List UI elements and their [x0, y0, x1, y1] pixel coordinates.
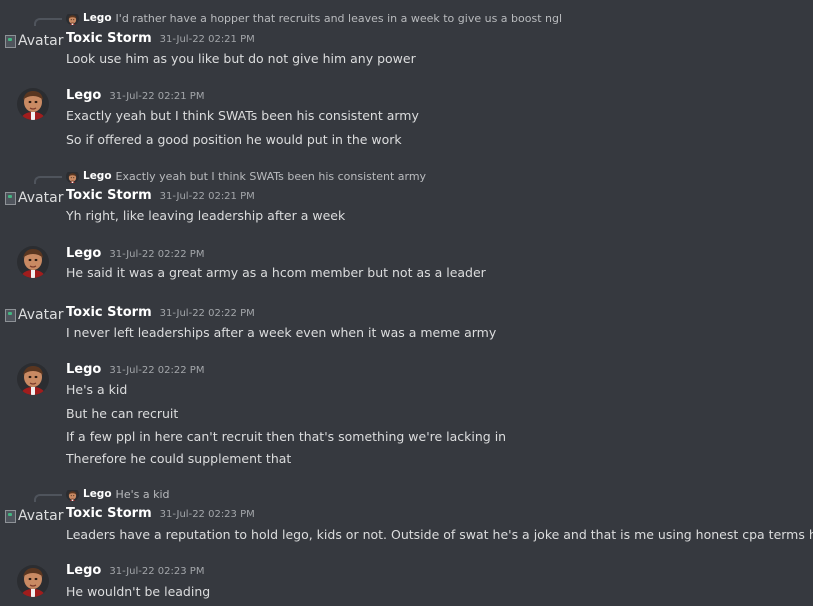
avatar[interactable]: Avatar — [5, 31, 63, 51]
reply-preview[interactable]: Lego He's a kid — [34, 486, 169, 502]
message-author[interactable]: Lego — [66, 362, 101, 377]
message-text: If a few ppl in here can't recruit then … — [66, 429, 507, 444]
lego-avatar-icon — [66, 488, 79, 501]
message-author[interactable]: Toxic Storm — [66, 305, 152, 320]
reply-spine — [34, 494, 62, 502]
message-timestamp: 31-Jul-22 02:21 PM — [159, 191, 255, 202]
reply-author[interactable]: Lego — [83, 488, 112, 500]
message-text: Look use him as you like but do not give… — [66, 51, 416, 66]
message-text: Exactly yeah but I think SWATs been his … — [66, 108, 419, 123]
avatar-alt-text: Avatar — [18, 190, 64, 206]
broken-image-icon — [5, 308, 16, 322]
avatar-alt-text: Avatar — [18, 307, 64, 323]
chat-log: Lego I'd rather have a hopper that recru… — [0, 0, 813, 606]
avatar[interactable]: Avatar — [5, 188, 63, 208]
message-author[interactable]: Lego — [66, 563, 101, 578]
broken-image-icon — [5, 34, 16, 48]
lego-avatar-icon — [17, 363, 49, 395]
message-timestamp: 31-Jul-22 02:23 PM — [159, 509, 255, 520]
lego-avatar-icon — [17, 246, 49, 278]
message-timestamp: 31-Jul-22 02:22 PM — [159, 308, 255, 319]
avatar[interactable] — [17, 565, 49, 597]
message-text: He said it was a great army as a hcom me… — [66, 265, 486, 280]
reply-text: Exactly yeah but I think SWATs been his … — [115, 169, 427, 183]
reply-spine — [34, 176, 62, 184]
avatar[interactable] — [17, 246, 49, 278]
message-text: I never left leaderships after a week ev… — [66, 325, 497, 340]
avatar-alt-text: Avatar — [18, 508, 64, 524]
message-timestamp: 31-Jul-22 02:23 PM — [109, 566, 205, 577]
message-author[interactable]: Toxic Storm — [66, 188, 152, 203]
lego-avatar-icon — [66, 12, 79, 25]
avatar-alt-text: Avatar — [18, 33, 64, 49]
lego-avatar-icon — [17, 565, 49, 597]
avatar[interactable] — [17, 88, 49, 120]
lego-avatar-icon — [66, 170, 79, 183]
broken-image-icon — [5, 191, 16, 205]
avatar[interactable]: Avatar — [5, 305, 63, 325]
lego-avatar-icon — [17, 88, 49, 120]
message-text: So if offered a good position he would p… — [66, 132, 402, 147]
message-text: Therefore he could supplement that — [66, 451, 292, 466]
reply-author[interactable]: Lego — [83, 12, 112, 24]
message-text: But he can recruit — [66, 406, 179, 421]
reply-preview[interactable]: Lego I'd rather have a hopper that recru… — [34, 10, 562, 26]
message-author[interactable]: Toxic Storm — [66, 31, 152, 46]
message-timestamp: 31-Jul-22 02:22 PM — [109, 249, 205, 260]
message-timestamp: 31-Jul-22 02:21 PM — [109, 91, 205, 102]
message-timestamp: 31-Jul-22 02:21 PM — [159, 34, 255, 45]
message-author[interactable]: Lego — [66, 88, 101, 103]
avatar[interactable]: Avatar — [5, 506, 63, 526]
message-author[interactable]: Toxic Storm — [66, 506, 152, 521]
message-timestamp: 31-Jul-22 02:22 PM — [109, 365, 205, 376]
reply-preview[interactable]: Lego Exactly yeah but I think SWATs been… — [34, 168, 426, 184]
message-text: Yh right, like leaving leadership after … — [66, 208, 346, 223]
message-author[interactable]: Lego — [66, 246, 101, 261]
reply-text: He's a kid — [115, 487, 170, 501]
message-text: Leaders have a reputation to hold lego, … — [66, 527, 813, 542]
avatar[interactable] — [17, 363, 49, 395]
message-text: He's a kid — [66, 382, 128, 397]
reply-author[interactable]: Lego — [83, 170, 112, 182]
broken-image-icon — [5, 509, 16, 523]
reply-spine — [34, 18, 62, 26]
message-text: He wouldn't be leading — [66, 584, 211, 599]
reply-text: I'd rather have a hopper that recruits a… — [115, 11, 563, 25]
